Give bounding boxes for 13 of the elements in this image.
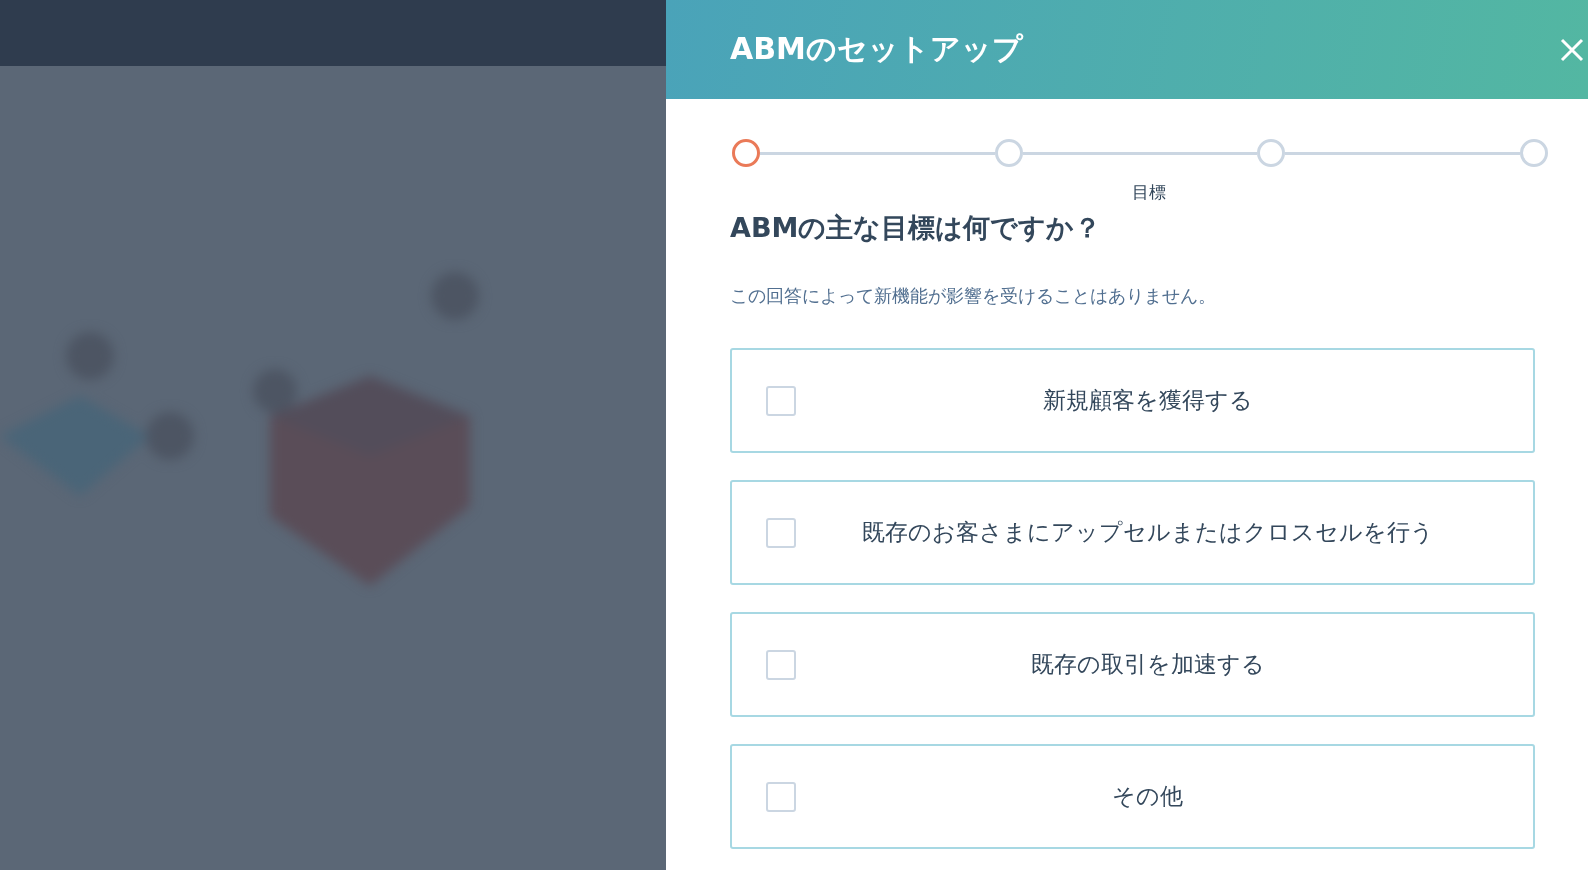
question-heading: ABMの主な目標は何ですか？ [730,211,1103,245]
checkbox[interactable] [766,781,796,812]
question-note: この回答によって新機能が影響を受けることはありません。 [730,284,1217,308]
answer-option[interactable]: 既存の取引を加速する [730,612,1535,717]
checkbox[interactable] [766,649,796,680]
answer-option[interactable]: 新規顧客を獲得する [730,348,1535,453]
panel-title: ABMのセットアップ [730,30,1023,68]
close-icon [1560,37,1584,62]
checkbox[interactable] [766,517,796,548]
answer-option[interactable]: 既存のお客さまにアップセルまたはクロスセルを行う [730,480,1535,585]
answer-option[interactable]: その他 [730,744,1535,849]
checkbox[interactable] [766,385,796,416]
step-label: 目標 [1132,181,1166,204]
